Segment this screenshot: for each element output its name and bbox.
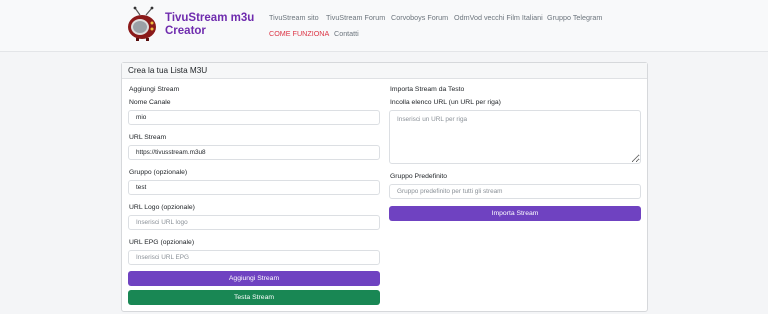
group-input[interactable] xyxy=(128,180,380,195)
group-label: Gruppo (opzionale) xyxy=(129,169,188,176)
navbar: TivuStream m3u Creator TivuStream sito T… xyxy=(0,0,768,52)
nav-link-tivustream-forum[interactable]: TivuStream Forum xyxy=(326,13,385,22)
create-list-card: Crea la tua Lista M3U Aggiungi Stream No… xyxy=(121,62,648,312)
nav-link-corvoboys-forum[interactable]: Corvoboys Forum xyxy=(391,13,448,22)
nav-link-contatti[interactable]: Contatti xyxy=(334,29,359,38)
nav-link-come-funziona[interactable]: COME FUNZIONA xyxy=(269,29,329,38)
default-group-label: Gruppo Predefinito xyxy=(390,173,448,180)
import-section-title: Importa Stream da Testo xyxy=(390,86,465,93)
channel-name-input[interactable] xyxy=(128,110,380,125)
add-stream-button[interactable]: Aggiungi Stream xyxy=(128,271,380,286)
nav-link-odmvod[interactable]: OdmVod vecchi Film Italiani xyxy=(454,13,543,22)
stream-url-label: URL Stream xyxy=(129,134,167,141)
add-stream-section-title: Aggiungi Stream xyxy=(129,86,180,93)
import-stream-button[interactable]: Importa Stream xyxy=(389,206,641,221)
logo-url-input[interactable] xyxy=(128,215,380,230)
channel-name-label: Nome Canale xyxy=(129,99,171,106)
epg-url-input[interactable] xyxy=(128,250,380,265)
brand-line-1: TivuStream m3u xyxy=(165,12,255,24)
brand-line-2: Creator xyxy=(165,25,206,37)
retro-tv-icon[interactable] xyxy=(126,6,162,42)
default-group-input[interactable] xyxy=(389,184,641,199)
card-title: Crea la tua Lista M3U xyxy=(122,63,647,79)
urls-list-label: Incolla elenco URL (un URL per riga) xyxy=(390,99,501,106)
brand-title[interactable]: TivuStream m3u Creator xyxy=(165,12,254,38)
test-stream-button[interactable]: Testa Stream xyxy=(128,290,380,305)
logo-url-label: URL Logo (opzionale) xyxy=(129,204,195,211)
nav-link-tivustream-sito[interactable]: TivuStream sito xyxy=(269,13,319,22)
epg-url-label: URL EPG (opzionale) xyxy=(129,239,195,246)
stream-url-input[interactable] xyxy=(128,145,380,160)
nav-link-gruppo-telegram[interactable]: Gruppo Telegram xyxy=(547,13,602,22)
urls-textarea[interactable] xyxy=(389,110,641,164)
